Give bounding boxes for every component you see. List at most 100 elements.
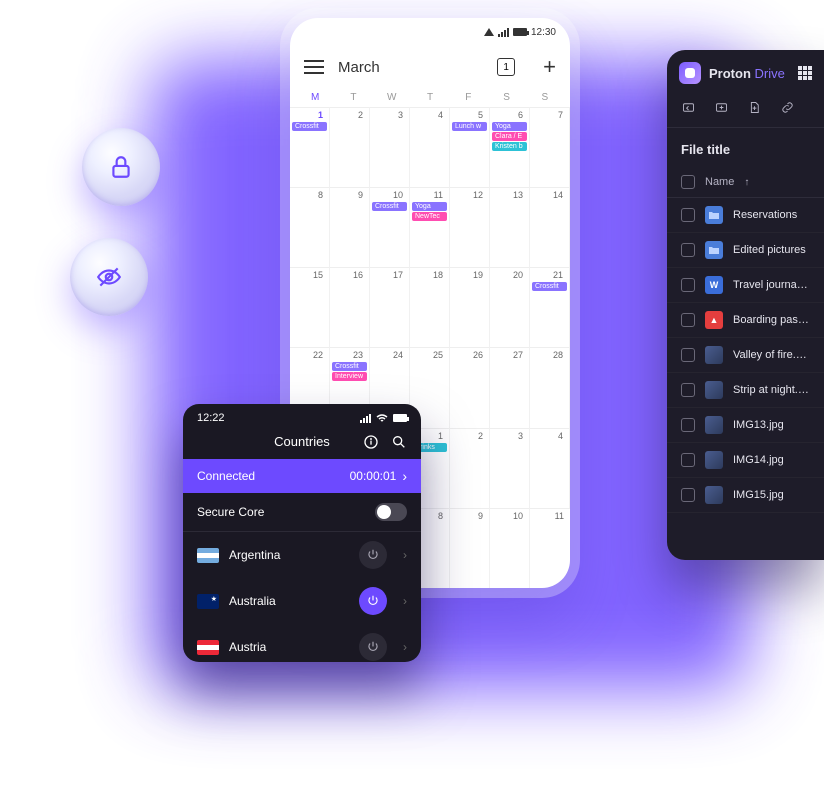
date-number: 11 bbox=[532, 511, 568, 523]
calendar-cell[interactable]: 13 bbox=[490, 187, 530, 267]
file-checkbox[interactable] bbox=[681, 488, 695, 502]
calendar-cell[interactable]: 3 bbox=[370, 107, 410, 187]
calendar-cell[interactable]: 4 bbox=[530, 428, 570, 508]
drive-column-header[interactable]: Name ↑ bbox=[667, 167, 824, 198]
today-button[interactable]: 1 bbox=[497, 58, 515, 76]
event-chip[interactable]: Yoga bbox=[412, 202, 447, 211]
vpn-country-row[interactable]: Austria › bbox=[183, 624, 421, 662]
power-button[interactable] bbox=[359, 541, 387, 569]
file-checkbox[interactable] bbox=[681, 418, 695, 432]
signal-icon bbox=[498, 28, 509, 37]
image-thumb-icon bbox=[705, 416, 723, 434]
event-chip[interactable]: Interview bbox=[332, 372, 367, 381]
file-row[interactable]: Valley of fire.pdf bbox=[667, 338, 824, 373]
add-event-button[interactable]: + bbox=[543, 54, 556, 80]
secure-core-toggle[interactable] bbox=[375, 503, 407, 521]
apps-grid-icon[interactable] bbox=[798, 66, 812, 80]
calendar-cell[interactable]: 10 bbox=[490, 508, 530, 588]
calendar-cell[interactable]: 11YogaNewTec bbox=[410, 187, 450, 267]
country-name: Australia bbox=[229, 594, 349, 608]
calendar-cell[interactable]: 2 bbox=[330, 107, 370, 187]
proton-drive-logo bbox=[679, 62, 701, 84]
date-number: 27 bbox=[492, 350, 527, 362]
calendar-cell[interactable]: 5Lunch w bbox=[450, 107, 490, 187]
upload-file-icon[interactable] bbox=[747, 100, 762, 115]
date-number: 3 bbox=[372, 110, 407, 122]
file-checkbox[interactable] bbox=[681, 208, 695, 222]
event-chip[interactable]: Yoga bbox=[492, 122, 527, 131]
event-chip[interactable]: Crossfit bbox=[372, 202, 407, 211]
file-checkbox[interactable] bbox=[681, 453, 695, 467]
event-chip[interactable]: Kristen b bbox=[492, 142, 527, 151]
info-icon[interactable] bbox=[363, 434, 379, 450]
calendar-cell[interactable]: 1Crossfit bbox=[290, 107, 330, 187]
calendar-cell[interactable]: 26 bbox=[450, 347, 490, 427]
calendar-month-title[interactable]: March bbox=[338, 59, 483, 76]
file-row[interactable]: WTravel journal.docx bbox=[667, 268, 824, 303]
menu-icon[interactable] bbox=[304, 60, 324, 74]
signal-icon bbox=[360, 414, 371, 423]
calendar-cell[interactable]: 9 bbox=[450, 508, 490, 588]
vpn-country-row[interactable]: Argentina › bbox=[183, 532, 421, 578]
event-chip[interactable]: Clara / E bbox=[492, 132, 527, 141]
day-label: S bbox=[487, 92, 525, 103]
calendar-cell[interactable]: 16 bbox=[330, 267, 370, 347]
vpn-app: 12:22 Countries Connected 00:00:01 › Sec… bbox=[183, 404, 421, 662]
calendar-cell[interactable]: 10Crossfit bbox=[370, 187, 410, 267]
vpn-country-row[interactable]: Australia › bbox=[183, 578, 421, 624]
event-chip[interactable]: Crossfit bbox=[532, 282, 567, 291]
event-chip[interactable]: Crossfit bbox=[292, 122, 327, 131]
calendar-cell[interactable]: 18 bbox=[410, 267, 450, 347]
calendar-cell[interactable]: 28 bbox=[530, 347, 570, 427]
vpn-connected-banner[interactable]: Connected 00:00:01 › bbox=[183, 459, 421, 493]
calendar-cell[interactable]: 17 bbox=[370, 267, 410, 347]
date-number: 20 bbox=[492, 270, 527, 282]
calendar-cell[interactable]: 15 bbox=[290, 267, 330, 347]
calendar-cell[interactable]: 12 bbox=[450, 187, 490, 267]
event-chip[interactable]: Lunch w bbox=[452, 122, 487, 131]
calendar-cell[interactable]: 19 bbox=[450, 267, 490, 347]
select-all-checkbox[interactable] bbox=[681, 175, 695, 189]
docx-icon: W bbox=[705, 276, 723, 294]
file-row[interactable]: IMG15.jpg bbox=[667, 478, 824, 513]
calendar-cell[interactable]: 21Crossfit bbox=[530, 267, 570, 347]
calendar-cell[interactable]: 20 bbox=[490, 267, 530, 347]
date-number: 1 bbox=[292, 110, 327, 122]
file-checkbox[interactable] bbox=[681, 278, 695, 292]
power-button[interactable] bbox=[359, 633, 387, 661]
link-icon[interactable] bbox=[780, 100, 795, 115]
file-row[interactable]: ▲Boarding pass.pdf bbox=[667, 303, 824, 338]
connected-timer: 00:00:01 bbox=[350, 469, 397, 483]
flag-icon bbox=[197, 548, 219, 563]
file-row[interactable]: Reservations bbox=[667, 198, 824, 233]
file-checkbox[interactable] bbox=[681, 348, 695, 362]
file-checkbox[interactable] bbox=[681, 383, 695, 397]
calendar-cell[interactable]: 11 bbox=[530, 508, 570, 588]
calendar-cell[interactable]: 2 bbox=[450, 428, 490, 508]
file-checkbox[interactable] bbox=[681, 243, 695, 257]
search-icon[interactable] bbox=[391, 434, 407, 450]
file-row[interactable]: IMG14.jpg bbox=[667, 443, 824, 478]
date-number: 9 bbox=[332, 190, 367, 202]
calendar-cell[interactable]: 6YogaClara / EKristen b bbox=[490, 107, 530, 187]
new-folder-icon[interactable] bbox=[714, 100, 729, 115]
event-chip[interactable]: Crossfit bbox=[332, 362, 367, 371]
calendar-cell[interactable]: 14 bbox=[530, 187, 570, 267]
calendar-cell[interactable]: 8 bbox=[290, 187, 330, 267]
file-row[interactable]: Edited pictures bbox=[667, 233, 824, 268]
file-row[interactable]: Strip at night.jpg bbox=[667, 373, 824, 408]
calendar-cell[interactable]: 9 bbox=[330, 187, 370, 267]
connected-label: Connected bbox=[197, 469, 255, 483]
power-button[interactable] bbox=[359, 587, 387, 615]
calendar-cell[interactable]: 7 bbox=[530, 107, 570, 187]
calendar-cell[interactable]: 4 bbox=[410, 107, 450, 187]
calendar-cell[interactable]: 27 bbox=[490, 347, 530, 427]
file-name: Boarding pass.pdf bbox=[733, 314, 810, 326]
file-name: IMG14.jpg bbox=[733, 454, 784, 466]
back-icon[interactable] bbox=[681, 100, 696, 115]
event-chip[interactable]: NewTec bbox=[412, 212, 447, 221]
date-number: 26 bbox=[452, 350, 487, 362]
calendar-cell[interactable]: 3 bbox=[490, 428, 530, 508]
file-row[interactable]: IMG13.jpg bbox=[667, 408, 824, 443]
file-checkbox[interactable] bbox=[681, 313, 695, 327]
